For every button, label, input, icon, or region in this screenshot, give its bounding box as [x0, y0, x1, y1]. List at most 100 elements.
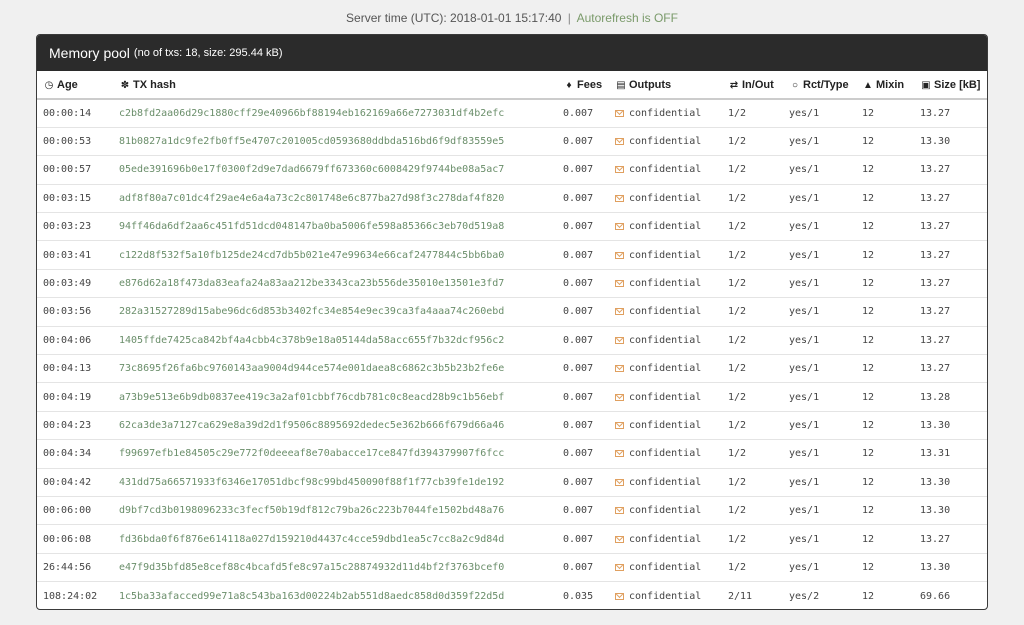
rct-type-cell: yes/1	[789, 107, 820, 119]
tx-hash-link[interactable]: e47f9d35bfd85e8cef88c4bcafd5fe8c97a15c28…	[113, 552, 557, 582]
size-cell: 13.27	[920, 107, 951, 119]
outputs-cell: confidential	[609, 183, 722, 213]
envelope-icon	[615, 336, 624, 344]
age-cell: 00:04:34	[37, 439, 113, 469]
tx-hash-link[interactable]: e876d62a18f473da83eafa24a83aa212be3343ca…	[113, 268, 557, 298]
outputs-label: confidential	[629, 533, 702, 545]
col-rct: ○ Rct/Type	[783, 71, 856, 100]
envelope-icon	[615, 365, 624, 373]
mixin-cell: 12	[856, 155, 914, 185]
table-row: 00:03:15 adf8f80a7c01dc4f29ae4e6a4a73c2c8…	[37, 183, 987, 213]
tx-hash-link[interactable]: 282a31527289d15abe96dc6d853b3402fc34e854…	[113, 297, 557, 327]
fees-cell: 0.007	[557, 354, 609, 383]
rct-type-cell: yes/1	[783, 126, 856, 156]
col-hash: ✽ TX hash	[113, 71, 557, 100]
tx-hash-link[interactable]: f99697efb1e84505c29e772f0deeeaf8e70abacc…	[113, 439, 557, 469]
tx-hash-link[interactable]: d9bf7cd3b0198096233c3fecf50b19df812c79ba…	[113, 495, 557, 525]
size-cell: 13.31	[914, 439, 987, 469]
tx-hash-link[interactable]: a73b9e513e6b9db0837ee419c3a2af01cbbf76cd…	[113, 382, 557, 412]
tx-hash-link[interactable]: 94ff46da6df2aa6c451fd51dcd048147ba0ba500…	[113, 212, 557, 241]
outputs-cell: confidential	[609, 524, 722, 554]
col-mixin: ▲ Mixin	[856, 71, 914, 100]
table-row: 00:04:23 62ca3de3a7127ca629e8a39d2d1f9506…	[37, 410, 987, 440]
rct-type-cell: yes/1	[783, 297, 856, 327]
envelope-icon	[615, 592, 624, 600]
table-row: 00:04:13 73c8695f26fa6bc9760143aa9004d944…	[37, 354, 987, 383]
sitemap-icon: ▲	[863, 79, 873, 91]
tx-hash-link[interactable]: 81b0827a1dc9fe2fb0ff5e4707c201005cd05936…	[113, 126, 557, 156]
rct-type-cell: yes/1	[783, 325, 856, 355]
autorefresh-link[interactable]: Autorefresh is OFF	[577, 11, 678, 25]
size-cell: 13.27	[914, 240, 987, 270]
age-cell: 00:04:42	[37, 467, 113, 497]
mixin-cell: 12	[856, 240, 914, 270]
rct-type-cell: yes/1	[783, 552, 856, 582]
tx-hash-link[interactable]: 73c8695f26fa6bc9760143aa9004d944ce574e00…	[113, 354, 557, 383]
size-cell: 69.66	[914, 581, 987, 609]
rct-type-cell: yes/1	[783, 155, 856, 185]
fees-cell: 0.007	[557, 467, 609, 497]
col-fees: ♦ Fees	[557, 71, 609, 100]
outputs-cell: confidential	[609, 126, 722, 156]
outputs-label: confidential	[629, 363, 702, 375]
fees-cell: 0.007	[557, 382, 609, 412]
tx-hash-link[interactable]: 431dd75a66571933f6346e17051dbcf98c99bd45…	[113, 467, 557, 497]
envelope-icon	[615, 223, 624, 231]
panel-subtitle: (no of txs: 18, size: 295.44 kB)	[133, 47, 283, 59]
tx-hash-link[interactable]: c122d8f532f5a10fb125de24cd7db5b021e47e99…	[113, 240, 557, 270]
fees-cell: 0.007	[557, 524, 609, 554]
age-cell: 00:00:14	[43, 107, 92, 119]
mixin-cell: 12	[856, 382, 914, 412]
floppy-icon: ▣	[921, 79, 931, 91]
envelope-icon	[615, 109, 624, 117]
age-cell: 00:03:23	[37, 212, 113, 241]
fees-cell: 0.007	[557, 268, 609, 298]
size-cell: 13.30	[914, 126, 987, 156]
tx-hash-link[interactable]: c2b8fd2aa06d29c1880cff29e40966bf88194eb1…	[113, 99, 557, 127]
fees-cell: 0.007	[557, 183, 609, 213]
inout-cell: 1/2	[722, 183, 783, 213]
outputs-cell: confidential	[609, 268, 722, 298]
size-cell: 13.30	[914, 467, 987, 497]
inout-cell: 1/2	[722, 325, 783, 355]
server-time-label: Server time (UTC): 2018-01-01 15:17:40	[346, 11, 562, 25]
envelope-icon	[615, 308, 624, 316]
outputs-cell: confidential	[609, 325, 722, 355]
table-body: 00:00:14 c2b8fd2aa06d29c1880cff29e40966bf…	[37, 99, 987, 609]
size-cell: 13.30	[914, 552, 987, 582]
outputs-label: confidential	[629, 306, 702, 318]
outputs-label: confidential	[629, 334, 702, 346]
rct-type-cell: yes/1	[783, 382, 856, 412]
outputs-label: confidential	[629, 192, 702, 204]
age-cell: 00:00:53	[37, 126, 113, 156]
mixin-cell: 12	[856, 410, 914, 440]
inout-cell: 1/2	[722, 240, 783, 270]
inout-cell: 1/2	[722, 495, 783, 525]
fees-cell: 0.007	[557, 240, 609, 270]
col-outputs: ▤ Outputs	[609, 71, 722, 100]
tx-hash-link[interactable]: 05ede391696b0e17f0300f2d9e7dad6679ff6733…	[113, 155, 557, 185]
outputs-label: confidential	[629, 107, 702, 119]
table-row: 00:03:41 c122d8f532f5a10fb125de24cd7db5b0…	[37, 240, 987, 270]
col-inout: ⇄ In/Out	[722, 71, 783, 100]
server-time-bar: Server time (UTC): 2018-01-01 15:17:40 |…	[0, 11, 1024, 25]
tx-hash-link[interactable]: 1405ffde7425ca842bf4a4cbb4c378b9e18a0514…	[113, 325, 557, 355]
outputs-label: confidential	[629, 164, 702, 176]
memory-pool-panel: Memory pool (no of txs: 18, size: 295.44…	[36, 34, 988, 610]
fees-cell: 0.007	[557, 410, 609, 440]
tx-hash-link[interactable]: 62ca3de3a7127ca629e8a39d2d1f9506c8895692…	[113, 410, 557, 440]
tx-hash-link[interactable]: 1c5ba33afacced99e71a8c543ba163d00224b2ab…	[113, 581, 557, 609]
envelope-icon	[615, 194, 624, 202]
outputs-cell: confidential	[609, 495, 722, 525]
size-cell: 13.30	[914, 410, 987, 440]
tx-hash-link[interactable]: fd36bda0f6f876e614118a027d159210d4437c4c…	[113, 524, 557, 554]
inout-cell: 1/2	[722, 410, 783, 440]
inout-cell: 1/2	[722, 354, 783, 383]
table-row: 00:00:57 05ede391696b0e17f0300f2d9e7dad66…	[37, 155, 987, 185]
rct-type-cell: yes/1	[783, 410, 856, 440]
envelope-icon	[615, 251, 624, 259]
fees-cell: 0.007	[557, 297, 609, 327]
size-cell: 13.27	[914, 155, 987, 185]
mixin-cell: 12	[856, 212, 914, 241]
tx-hash-link[interactable]: adf8f80a7c01dc4f29ae4e6a4a73c2c801748e6c…	[113, 183, 557, 213]
